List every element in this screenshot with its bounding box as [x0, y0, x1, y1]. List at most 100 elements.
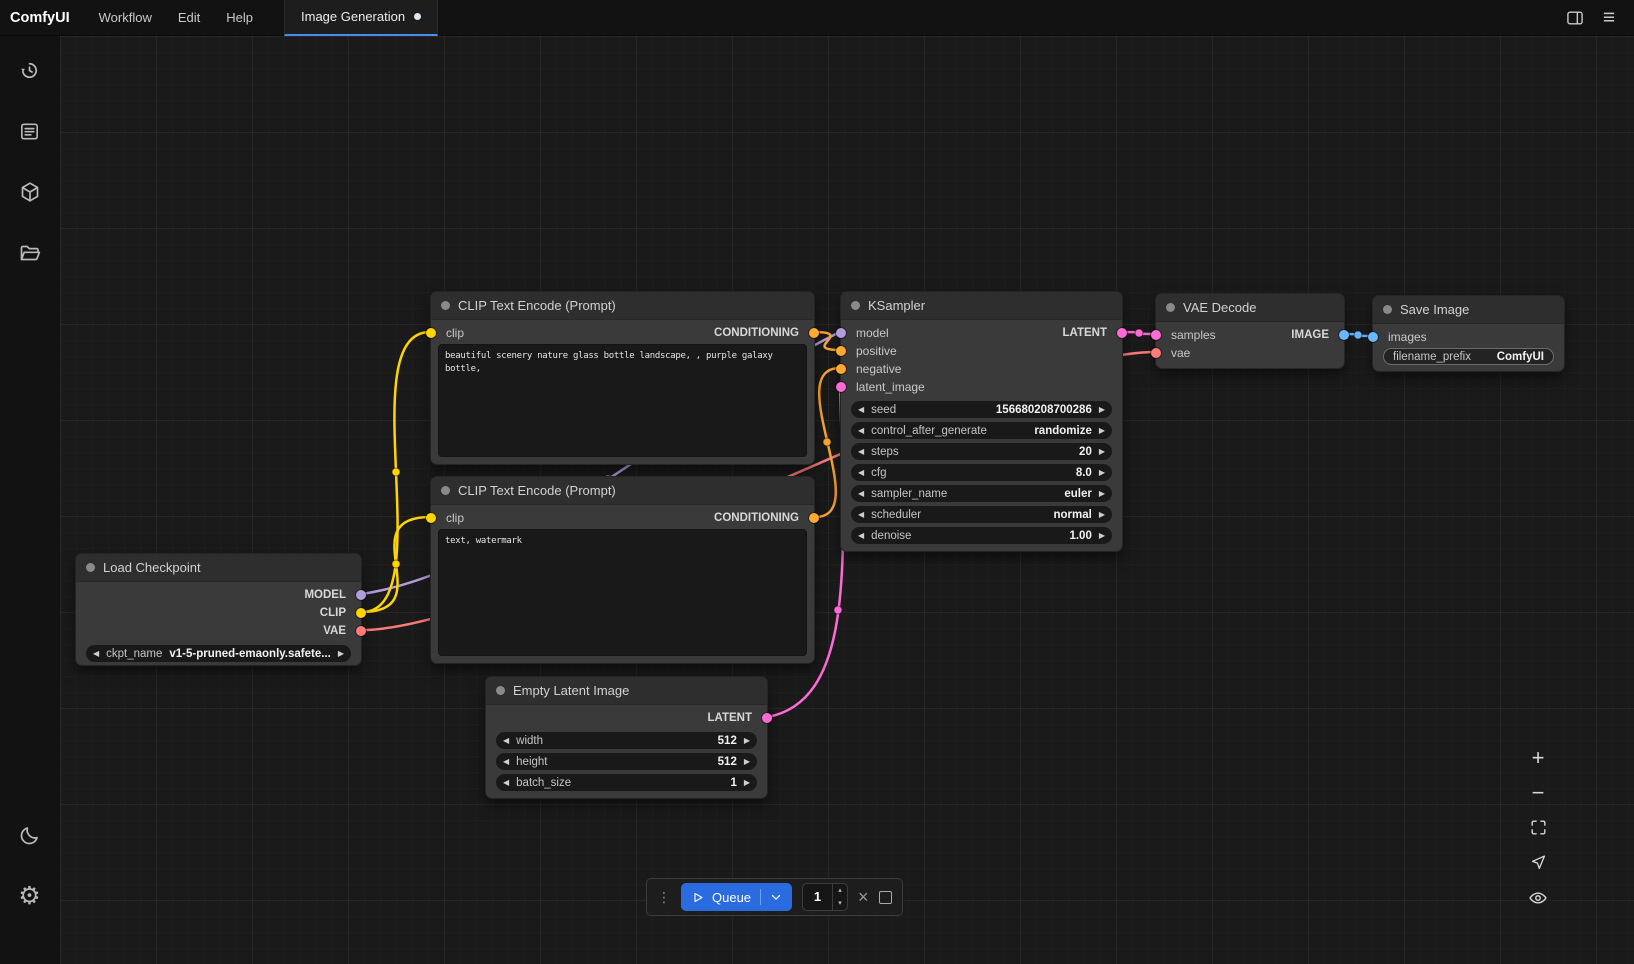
collapse-dot[interactable]	[1383, 305, 1392, 314]
input-slot-clip[interactable]	[426, 328, 436, 338]
interrupt-button[interactable]: ×	[858, 888, 869, 906]
increment-arrow-icon[interactable]: ▶	[1099, 511, 1105, 519]
output-slot-conditioning[interactable]	[809, 513, 819, 523]
queue-button[interactable]: Queue	[681, 883, 792, 911]
node-clip-text-encode-positive[interactable]: CLIP Text Encode (Prompt) clip CONDITION…	[430, 291, 815, 465]
output-slot-image[interactable]	[1339, 330, 1349, 340]
select-mode-button[interactable]	[1521, 846, 1555, 879]
node-vae-decode[interactable]: VAE Decode samples IMAGE vae	[1155, 293, 1345, 369]
node-clip-text-encode-negative[interactable]: CLIP Text Encode (Prompt) clip CONDITION…	[430, 476, 815, 664]
main-menu-button[interactable]: ≡	[1594, 4, 1624, 32]
increment-arrow-icon[interactable]: ▶	[1099, 469, 1105, 477]
prompt-textarea[interactable]: beautiful scenery nature glass bottle la…	[438, 344, 807, 457]
decrement-arrow-icon[interactable]: ◀	[858, 469, 864, 477]
decrement-arrow-icon[interactable]: ◀	[503, 758, 509, 766]
prompt-textarea[interactable]: text, watermark	[438, 529, 807, 656]
increment-arrow-icon[interactable]: ▶	[1099, 448, 1105, 456]
menu-workflow[interactable]: Workflow	[86, 0, 165, 36]
widget-scheduler[interactable]: ◀ scheduler normal ▶	[851, 506, 1112, 523]
input-slot-latent-image[interactable]	[836, 382, 846, 392]
decrement-arrow-icon[interactable]: ◀	[858, 532, 864, 540]
increment-arrow-icon[interactable]: ▶	[338, 650, 344, 658]
decrement-arrow-icon[interactable]: ◀	[858, 427, 864, 435]
drag-handle-icon[interactable]: ⋮	[657, 889, 671, 906]
menu-edit[interactable]: Edit	[165, 0, 213, 36]
collapse-dot[interactable]	[1166, 303, 1175, 312]
decrement-arrow-icon[interactable]: ◀	[858, 406, 864, 414]
widget-sampler-name[interactable]: ◀ sampler_name euler ▶	[851, 485, 1112, 502]
decrement-arrow-icon[interactable]: ◀	[858, 511, 864, 519]
sidebar-button-models[interactable]	[8, 170, 52, 214]
collapse-dot[interactable]	[851, 301, 860, 310]
node-header[interactable]: Save Image	[1373, 296, 1564, 324]
increment-arrow-icon[interactable]: ▶	[744, 737, 750, 745]
collapse-dot[interactable]	[496, 686, 505, 695]
stop-button[interactable]	[879, 891, 892, 904]
increment-arrow-icon[interactable]: ▶	[1099, 406, 1105, 414]
decrement-arrow-icon[interactable]: ◀	[858, 490, 864, 498]
widget-denoise[interactable]: ◀ denoise 1.00 ▶	[851, 527, 1112, 544]
node-header[interactable]: Empty Latent Image	[486, 677, 767, 705]
widget-control-after-generate[interactable]: ◀ control_after_generate randomize ▶	[851, 422, 1112, 439]
input-slot-positive[interactable]	[836, 346, 846, 356]
step-up-icon[interactable]: ▴	[833, 884, 847, 897]
sidebar-button-history[interactable]	[8, 48, 52, 92]
input-slot-images[interactable]	[1368, 332, 1378, 342]
theme-toggle-button[interactable]	[8, 813, 52, 857]
output-slot-clip[interactable]	[356, 608, 366, 618]
widget-cfg[interactable]: ◀ cfg 8.0 ▶	[851, 464, 1112, 481]
output-slot-latent[interactable]	[1117, 328, 1127, 338]
output-slot-model[interactable]	[356, 590, 366, 600]
queue-options-button[interactable]	[760, 889, 783, 905]
node-empty-latent-image[interactable]: Empty Latent Image LATENT ◀ width 512 ▶ …	[485, 676, 768, 799]
node-header[interactable]: Load Checkpoint	[76, 554, 361, 582]
decrement-arrow-icon[interactable]: ◀	[503, 779, 509, 787]
zoom-in-button[interactable]: +	[1521, 741, 1555, 774]
widget-filename-prefix[interactable]: filename_prefix ComfyUI	[1383, 348, 1554, 365]
output-slot-latent[interactable]	[762, 713, 772, 723]
widget-steps[interactable]: ◀ steps 20 ▶	[851, 443, 1112, 460]
input-slot-negative[interactable]	[836, 364, 846, 374]
sidebar-button-node-list[interactable]	[8, 109, 52, 153]
widget-batch-size[interactable]: ◀ batch_size 1 ▶	[496, 774, 757, 791]
batch-count-value: 1	[803, 884, 832, 910]
step-down-icon[interactable]: ▾	[833, 897, 847, 910]
collapse-dot[interactable]	[86, 563, 95, 572]
decrement-arrow-icon[interactable]: ◀	[93, 650, 99, 658]
increment-arrow-icon[interactable]: ▶	[1099, 490, 1105, 498]
output-slot-vae[interactable]	[356, 626, 366, 636]
input-slot-model[interactable]	[836, 328, 846, 338]
increment-arrow-icon[interactable]: ▶	[1099, 532, 1105, 540]
toggle-link-visibility-button[interactable]	[1521, 881, 1555, 914]
sidebar-button-workflows[interactable]	[8, 231, 52, 275]
widget-height[interactable]: ◀ height 512 ▶	[496, 753, 757, 770]
collapse-dot[interactable]	[441, 486, 450, 495]
node-load-checkpoint[interactable]: Load Checkpoint MODEL CLIP VAE ◀ ckpt_na…	[75, 553, 362, 666]
batch-count-stepper[interactable]: 1 ▴ ▾	[802, 883, 848, 911]
node-save-image[interactable]: Save Image images filename_prefix ComfyU…	[1372, 295, 1565, 372]
decrement-arrow-icon[interactable]: ◀	[503, 737, 509, 745]
widget-ckpt-name[interactable]: ◀ ckpt_name v1-5-pruned-emaonly.safete..…	[86, 645, 351, 662]
increment-arrow-icon[interactable]: ▶	[744, 758, 750, 766]
tab-image-generation[interactable]: Image Generation	[284, 0, 438, 36]
increment-arrow-icon[interactable]: ▶	[744, 779, 750, 787]
node-ksampler[interactable]: KSampler model LATENT positive negative …	[840, 291, 1123, 552]
toggle-panel-button[interactable]	[1560, 4, 1590, 32]
zoom-out-button[interactable]: −	[1521, 776, 1555, 809]
input-slot-samples[interactable]	[1151, 330, 1161, 340]
node-header[interactable]: CLIP Text Encode (Prompt)	[431, 477, 814, 505]
output-slot-conditioning[interactable]	[809, 328, 819, 338]
widget-seed[interactable]: ◀ seed 156680208700286 ▶	[851, 401, 1112, 418]
node-header[interactable]: CLIP Text Encode (Prompt)	[431, 292, 814, 320]
settings-button[interactable]: ⚙	[8, 874, 52, 918]
input-slot-clip[interactable]	[426, 513, 436, 523]
decrement-arrow-icon[interactable]: ◀	[858, 448, 864, 456]
collapse-dot[interactable]	[441, 301, 450, 310]
menu-help[interactable]: Help	[213, 0, 266, 36]
node-header[interactable]: KSampler	[841, 292, 1122, 320]
widget-width[interactable]: ◀ width 512 ▶	[496, 732, 757, 749]
fit-view-button[interactable]	[1521, 811, 1555, 844]
input-slot-vae[interactable]	[1151, 348, 1161, 358]
increment-arrow-icon[interactable]: ▶	[1099, 427, 1105, 435]
node-header[interactable]: VAE Decode	[1156, 294, 1344, 322]
